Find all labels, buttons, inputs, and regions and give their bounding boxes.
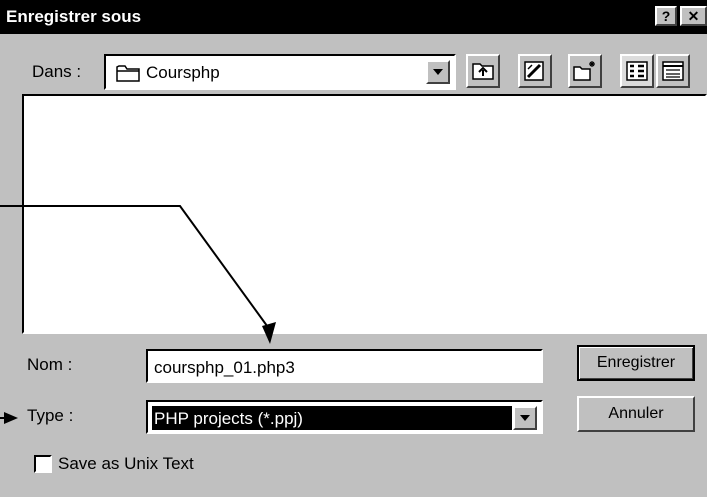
filename-value: coursphp_01.php3 [154, 358, 295, 377]
annotation-arrowhead [262, 322, 276, 344]
annotation-arrowhead-type [4, 412, 18, 424]
cancel-button[interactable]: Annuler [577, 396, 695, 432]
filetype-selection: PHP projects (*.ppj) [152, 406, 512, 430]
filename-input[interactable]: coursphp_01.php3 [146, 349, 543, 383]
unix-text-checkbox[interactable] [34, 455, 52, 473]
filetype-label: Type : [27, 406, 74, 425]
cancel-button-label: Annuler [608, 405, 664, 422]
annotation-arrow-line [0, 205, 271, 331]
unix-text-label[interactable]: Save as Unix Text [58, 454, 194, 474]
filetype-value: PHP projects (*.ppj) [154, 409, 303, 428]
save-button[interactable]: Enregistrer [577, 345, 695, 381]
save-button-label: Enregistrer [596, 354, 676, 371]
filetype-dropdown[interactable]: PHP projects (*.ppj) [146, 400, 543, 434]
filetype-dropdown-button[interactable] [513, 406, 537, 430]
filename-label: Nom : [27, 355, 73, 374]
